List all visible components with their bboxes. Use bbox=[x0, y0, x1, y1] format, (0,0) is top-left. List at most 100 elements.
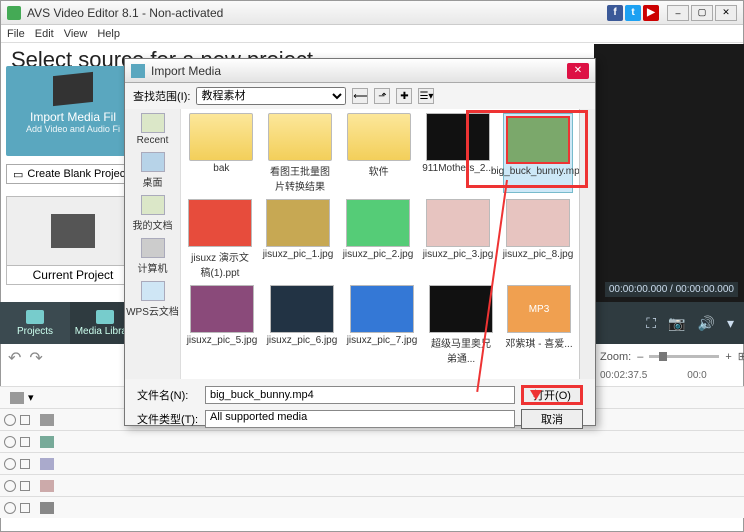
redo-button[interactable]: ↷ bbox=[29, 348, 42, 368]
file-item[interactable]: 看图王批量图片转换结果 bbox=[266, 113, 335, 193]
eye-icon[interactable] bbox=[4, 414, 16, 426]
file-item[interactable]: jisuxz_pic_6.jpg bbox=[267, 285, 337, 365]
time-ruler: 00:02:37.5 00:0 bbox=[600, 370, 707, 381]
scrollbar[interactable] bbox=[579, 109, 595, 379]
place-desktop[interactable]: 桌面 bbox=[141, 152, 165, 189]
zoom-slider[interactable] bbox=[649, 355, 719, 358]
menubar: File Edit View Help bbox=[1, 25, 743, 43]
undo-button[interactable]: ↶ bbox=[8, 348, 21, 368]
close-button[interactable]: ✕ bbox=[715, 5, 737, 21]
new-folder-button[interactable]: ✚ bbox=[396, 88, 412, 104]
open-button[interactable]: 打开(O) bbox=[521, 385, 583, 405]
file-label: jisuxz_pic_7.jpg bbox=[347, 335, 418, 346]
eye-icon[interactable] bbox=[4, 480, 16, 492]
zoom-control: Zoom: – + ⊞ bbox=[600, 350, 744, 363]
file-item[interactable]: 软件 bbox=[344, 113, 413, 193]
ruler-mark: 00:0 bbox=[687, 370, 706, 381]
dialog-titlebar: Import Media ✕ bbox=[125, 59, 595, 83]
menu-edit[interactable]: Edit bbox=[35, 28, 54, 40]
file-item[interactable]: 超级马里奥兄弟通... bbox=[427, 285, 495, 365]
file-item[interactable]: MP3 邓紫琪 - 喜爱... bbox=[505, 285, 573, 365]
menu-help[interactable]: Help bbox=[97, 28, 120, 40]
zoom-fit-button[interactable]: ⊞ bbox=[738, 350, 744, 363]
place-recent[interactable]: Recent bbox=[137, 113, 169, 146]
lock-icon[interactable] bbox=[20, 437, 30, 447]
eye-icon[interactable] bbox=[4, 502, 16, 514]
snapshot-icon[interactable]: 📷 bbox=[668, 315, 685, 332]
current-project-thumb bbox=[6, 196, 140, 266]
place-wps-cloud[interactable]: WPS云文档 bbox=[126, 281, 179, 318]
up-button[interactable]: ⬏ bbox=[374, 88, 390, 104]
file-item[interactable]: jisuxz_pic_3.jpg bbox=[423, 199, 493, 279]
mp3-icon: MP3 bbox=[507, 285, 571, 333]
filetype-dropdown[interactable]: All supported media bbox=[205, 410, 515, 428]
place-label: WPS云文档 bbox=[126, 303, 179, 318]
volume-icon[interactable]: 🔊 bbox=[698, 315, 715, 332]
lookin-label: 查找范围(I): bbox=[133, 88, 190, 104]
facebook-icon[interactable]: f bbox=[607, 5, 623, 21]
lock-icon[interactable] bbox=[20, 503, 30, 513]
place-label: 计算机 bbox=[138, 260, 168, 275]
file-label: 邓紫琪 - 喜爱... bbox=[505, 335, 572, 350]
zoom-in-button[interactable]: + bbox=[725, 351, 731, 363]
app-title: AVS Video Editor 8.1 - Non-activated bbox=[27, 6, 607, 20]
eye-icon[interactable] bbox=[4, 436, 16, 448]
twitter-icon[interactable]: t bbox=[625, 5, 641, 21]
create-blank-project[interactable]: ▭ Create Blank Project bbox=[6, 164, 140, 184]
menu-file[interactable]: File bbox=[7, 28, 25, 40]
dialog-footer: 文件名(N): 打开(O) 文件类型(T): All supported med… bbox=[125, 379, 595, 435]
track-row[interactable] bbox=[0, 452, 744, 474]
back-button[interactable]: ⟵ bbox=[352, 88, 368, 104]
main-window: AVS Video Editor 8.1 - Non-activated f t… bbox=[0, 0, 744, 532]
settings-icon[interactable]: ▾ bbox=[727, 315, 734, 332]
place-documents[interactable]: 我的文档 bbox=[133, 195, 173, 232]
file-label: 超级马里奥兄弟通... bbox=[427, 335, 495, 365]
lookin-dropdown[interactable]: 教程素材 bbox=[196, 87, 346, 105]
file-item[interactable]: bak bbox=[187, 113, 256, 193]
lock-icon[interactable] bbox=[20, 459, 30, 469]
file-label: jisuxz 演示文稿(1).ppt bbox=[187, 249, 253, 279]
filename-label: 文件名(N): bbox=[137, 387, 199, 403]
zoom-out-button[interactable]: – bbox=[637, 351, 643, 363]
left-panel: Import Media Fil Add Video and Audio Fi … bbox=[6, 66, 140, 285]
file-item[interactable]: jisuxz_pic_2.jpg bbox=[343, 199, 413, 279]
youtube-icon[interactable]: ▶ bbox=[643, 5, 659, 21]
track-row[interactable] bbox=[0, 496, 744, 518]
folder-icon bbox=[347, 113, 411, 161]
dialog-close-button[interactable]: ✕ bbox=[567, 63, 589, 79]
file-item[interactable]: big_buck_bunny.mp4 bbox=[503, 113, 573, 193]
view-button[interactable]: ☰▾ bbox=[418, 88, 434, 104]
zoom-label: Zoom: bbox=[600, 351, 631, 363]
file-item[interactable]: jisuxz_pic_8.jpg bbox=[503, 199, 573, 279]
chevron-down-icon[interactable]: ▾ bbox=[28, 391, 34, 404]
tab-projects[interactable]: Projects bbox=[0, 302, 70, 344]
file-item[interactable]: 911Mothers_2... bbox=[423, 113, 493, 193]
file-item[interactable]: jisuxz_pic_1.jpg bbox=[263, 199, 333, 279]
file-label: jisuxz_pic_1.jpg bbox=[263, 249, 334, 260]
maximize-button[interactable]: ▢ bbox=[691, 5, 713, 21]
menu-view[interactable]: View bbox=[64, 28, 88, 40]
file-grid[interactable]: bak看图王批量图片转换结果软件911Mothers_2...big_buck_… bbox=[181, 109, 579, 379]
lock-icon[interactable] bbox=[20, 481, 30, 491]
place-label: Recent bbox=[137, 135, 169, 146]
dialog-icon bbox=[131, 64, 145, 78]
eye-icon[interactable] bbox=[4, 458, 16, 470]
file-label: jisuxz_pic_3.jpg bbox=[423, 249, 494, 260]
overlay-track-icon bbox=[40, 480, 54, 492]
cancel-button[interactable]: 取消 bbox=[521, 409, 583, 429]
minimize-button[interactable]: – bbox=[667, 5, 689, 21]
projects-icon bbox=[26, 310, 44, 324]
file-item[interactable]: jisuxz_pic_5.jpg bbox=[187, 285, 257, 365]
folder-icon bbox=[141, 113, 165, 133]
zoom-slider-thumb[interactable] bbox=[659, 352, 667, 361]
import-media-tile[interactable]: Import Media Fil Add Video and Audio Fi bbox=[6, 66, 140, 156]
fullscreen-icon[interactable]: ⛶ bbox=[646, 315, 656, 332]
file-item[interactable]: jisuxz 演示文稿(1).ppt bbox=[187, 199, 253, 279]
file-item[interactable]: jisuxz_pic_7.jpg bbox=[347, 285, 417, 365]
lock-icon[interactable] bbox=[20, 415, 30, 425]
filename-input[interactable] bbox=[205, 386, 515, 404]
current-project[interactable]: Current Project bbox=[6, 196, 140, 285]
sidebar-tabs: Projects Media Library bbox=[0, 302, 140, 344]
place-computer[interactable]: 计算机 bbox=[138, 238, 168, 275]
track-row[interactable] bbox=[0, 474, 744, 496]
